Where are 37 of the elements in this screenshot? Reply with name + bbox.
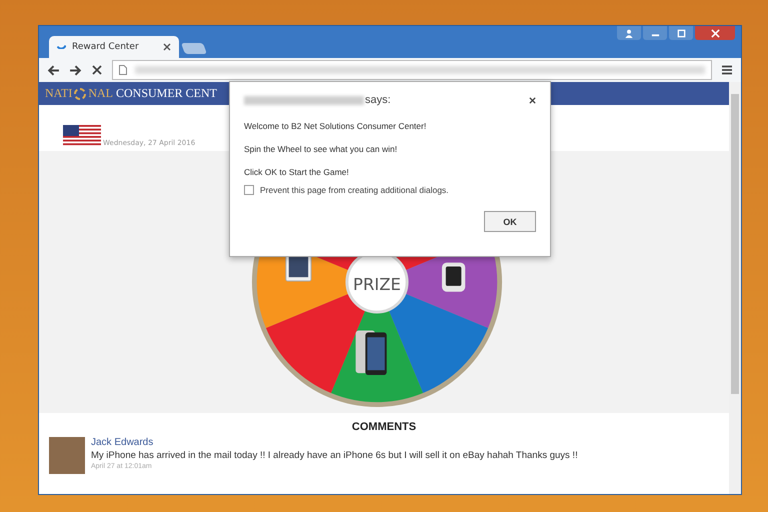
avatar-photo-placeholder xyxy=(49,437,85,474)
profile-button[interactable] xyxy=(617,26,641,40)
tab-title: Reward Center xyxy=(72,42,140,52)
author-link[interactable]: Jack Edwards xyxy=(91,437,578,448)
site-title: CONSUMER CENT xyxy=(116,86,218,101)
wheel-center-label: PRIZE xyxy=(353,274,401,294)
back-arrow-icon[interactable] xyxy=(47,64,60,76)
forward-arrow-icon[interactable] xyxy=(69,64,82,76)
page-icon xyxy=(119,65,127,75)
dialog-title: says: xyxy=(365,94,391,106)
close-window-button[interactable] xyxy=(695,26,735,40)
close-icon[interactable] xyxy=(529,96,536,104)
dialog-message: Welcome to B2 Net Solutions Consumer Center! xyxy=(244,121,428,131)
browser-tab[interactable]: Reward Center xyxy=(49,36,179,58)
ok-button[interactable]: OK xyxy=(484,211,536,232)
ring-logo-icon xyxy=(73,86,88,100)
scroll-thumb[interactable] xyxy=(731,94,739,394)
maximize-button[interactable] xyxy=(669,26,693,40)
minimize-button[interactable] xyxy=(643,26,667,40)
checkbox-label: Prevent this page from creating additional dialogs. xyxy=(260,185,449,195)
maximize-icon xyxy=(676,28,686,38)
scrollbar[interactable] xyxy=(729,82,741,494)
dialog-message: Spin the Wheel to see what you can win! xyxy=(244,144,398,154)
stop-icon[interactable] xyxy=(91,64,103,76)
close-icon[interactable] xyxy=(163,43,171,51)
flag-icon xyxy=(63,125,101,147)
menu-icon[interactable] xyxy=(721,64,733,76)
logo-text: NATI xyxy=(45,86,72,101)
comment-text: My iPhone has arrived in the mail today !! I already have an iPhone 6s but I will sell it on eBay hahah Thanks guys !! xyxy=(91,450,578,461)
comments-heading: COMMENTS xyxy=(350,420,418,435)
logo-text: NAL xyxy=(88,86,113,101)
dialog-message: Click OK to Start the Game! xyxy=(244,167,350,177)
user-icon xyxy=(624,28,634,38)
checkbox[interactable] xyxy=(244,185,254,195)
new-tab-button[interactable] xyxy=(181,43,207,54)
loading-spinner-icon xyxy=(57,45,66,49)
close-icon xyxy=(710,28,720,38)
